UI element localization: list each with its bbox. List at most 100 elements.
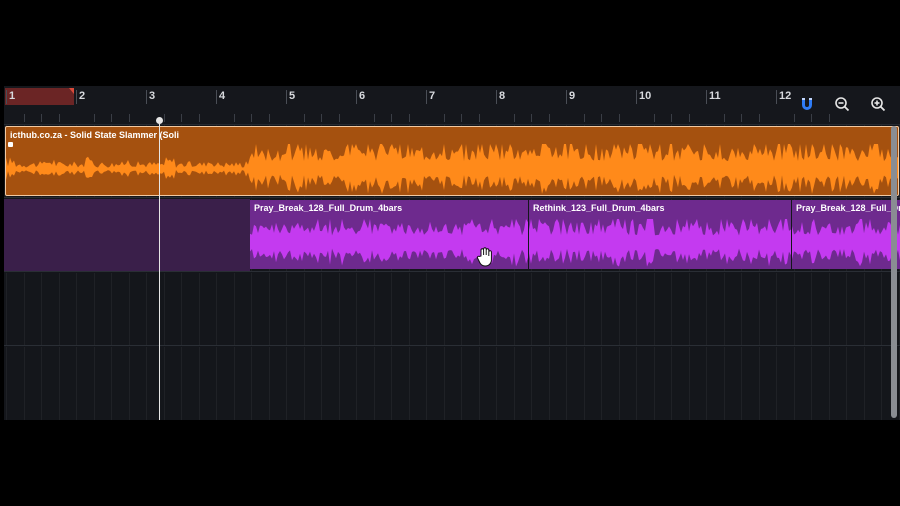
grid-line <box>128 273 130 345</box>
bar-number: 3 <box>149 90 156 102</box>
daw-arrangement-view: 1 2 3 4 5 6 7 8 9 10 11 12 icthub.co.za … <box>4 86 900 420</box>
hand-cursor-icon <box>476 247 492 267</box>
grid-line <box>548 347 550 420</box>
beat-tick <box>198 114 200 122</box>
grid-line <box>531 273 532 345</box>
zoom-out-button[interactable] <box>827 92 857 120</box>
grid-line <box>408 347 410 420</box>
grid-line <box>828 347 830 420</box>
bar-tick <box>6 90 7 104</box>
beat-tick <box>321 114 322 122</box>
beat-tick <box>93 114 95 122</box>
grid-line <box>776 273 777 345</box>
grid-line <box>286 347 287 420</box>
grid-line <box>163 347 165 420</box>
beat-tick <box>128 114 130 122</box>
bar-number: 9 <box>569 90 576 102</box>
beat-tick <box>268 114 270 122</box>
beat-tick <box>391 114 392 122</box>
beat-tick <box>338 114 340 122</box>
grid-line <box>706 273 707 345</box>
grid-line <box>408 273 410 345</box>
grid-line <box>128 347 130 420</box>
bar-tick <box>146 90 147 104</box>
grid-line <box>303 273 305 345</box>
track-lane-drums[interactable]: Pray_Break_128_Full_Drum_4bars Rethink_1… <box>4 199 900 272</box>
track-lane-vocal[interactable]: icthub.co.za - Solid State Slammer (Soli <box>4 125 900 198</box>
grid-line <box>863 273 865 345</box>
grid-line <box>478 347 480 420</box>
zoom-in-icon <box>870 96 886 117</box>
grid-line <box>443 273 445 345</box>
beat-tick <box>303 114 305 122</box>
vertical-scrollbar[interactable] <box>891 126 897 418</box>
bar-tick <box>76 90 77 104</box>
beat-tick <box>443 114 445 122</box>
beat-tick <box>58 114 60 122</box>
empty-lane-area <box>4 199 250 271</box>
bar-tick <box>216 90 217 104</box>
bar-tick <box>706 90 707 104</box>
grid-line <box>233 273 235 345</box>
grid-line <box>268 347 270 420</box>
grid-line <box>566 347 567 420</box>
grid-line <box>58 273 60 345</box>
grid-line <box>251 273 252 345</box>
grid-line <box>601 347 602 420</box>
beat-tick <box>181 114 182 122</box>
track-lane-empty[interactable] <box>4 273 900 346</box>
beat-tick <box>741 114 742 122</box>
audio-clip[interactable]: icthub.co.za - Solid State Slammer (Soli <box>5 126 899 196</box>
grid-line <box>898 347 900 420</box>
grid-line <box>181 273 182 345</box>
bar-tick <box>776 90 777 104</box>
grid-line <box>583 273 585 345</box>
audio-clip[interactable]: Pray_Break_128_Full_Drum_4bars <box>792 200 900 269</box>
grid-line <box>828 273 830 345</box>
grid-line <box>671 347 672 420</box>
beat-tick <box>653 114 655 122</box>
grid-line <box>618 273 620 345</box>
grid-line <box>846 347 847 420</box>
grid-line <box>758 273 760 345</box>
loop-region-marker[interactable] <box>5 88 74 105</box>
bar-number: 8 <box>499 90 506 102</box>
audio-clip[interactable]: Rethink_123_Full_Drum_4bars <box>529 200 791 269</box>
grid-line <box>741 273 742 345</box>
grid-line <box>41 273 42 345</box>
grid-line <box>496 273 497 345</box>
timeline-ruler[interactable]: 1 2 3 4 5 6 7 8 9 10 11 12 <box>4 86 900 125</box>
grid-line <box>846 273 847 345</box>
grid-line <box>6 273 7 345</box>
grid-line <box>776 347 777 420</box>
bar-number: 7 <box>429 90 436 102</box>
grid-line <box>163 273 165 345</box>
playhead[interactable] <box>159 120 160 420</box>
grid-line <box>58 347 60 420</box>
beat-tick <box>461 114 462 122</box>
grid-line <box>373 273 375 345</box>
grid-line <box>636 273 637 345</box>
beat-tick <box>583 114 585 122</box>
grid-line <box>706 347 707 420</box>
grid-line <box>338 273 340 345</box>
grid-line <box>321 273 322 345</box>
waveform <box>529 219 791 267</box>
beat-tick <box>688 114 690 122</box>
grid-line <box>653 273 655 345</box>
lane-separator <box>4 197 900 198</box>
snap-toggle-button[interactable] <box>792 92 822 120</box>
grid-line <box>146 273 147 345</box>
beat-tick <box>513 114 515 122</box>
bar-tick <box>356 90 357 104</box>
beat-tick <box>723 114 725 122</box>
beat-tick <box>601 114 602 122</box>
grid-line <box>181 347 182 420</box>
grid-line <box>321 347 322 420</box>
waveform <box>6 144 898 194</box>
grid-line <box>23 273 25 345</box>
grid-line <box>426 273 427 345</box>
zoom-in-button[interactable] <box>863 92 893 120</box>
track-lane-empty[interactable] <box>4 347 900 420</box>
waveform <box>792 219 900 267</box>
